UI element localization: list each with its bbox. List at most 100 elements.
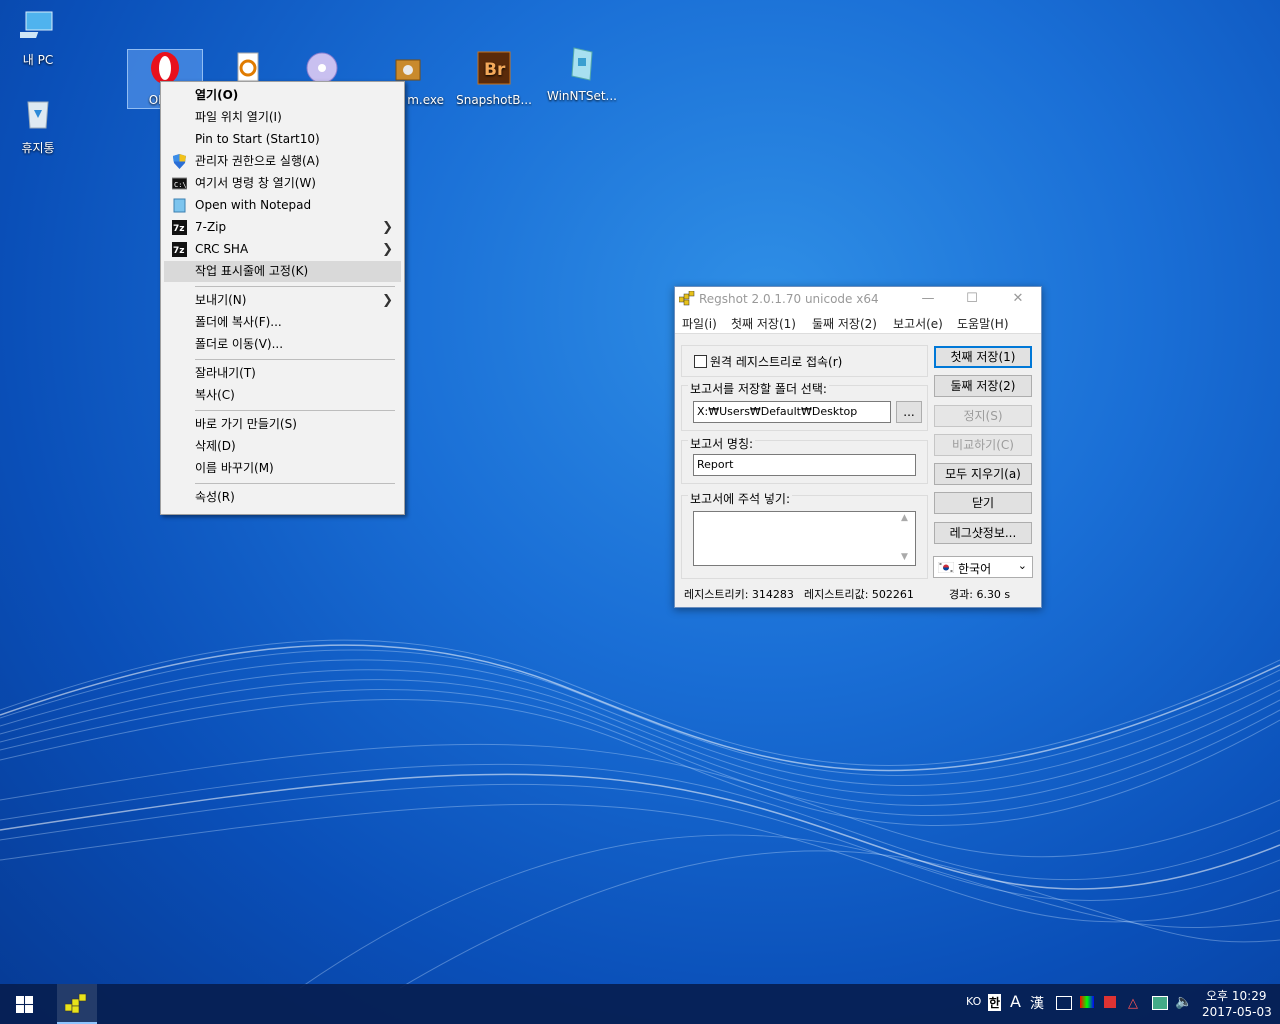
- menu-report[interactable]: 보고서(e): [893, 315, 943, 332]
- title-bar[interactable]: Regshot 2.0.1.70 unicode x64 — ☐ ✕: [675, 287, 1041, 311]
- svg-text:Br: Br: [484, 60, 506, 80]
- report-name-input[interactable]: Report: [693, 454, 916, 476]
- windows-start-icon[interactable]: [16, 996, 33, 1013]
- wallpaper-wave: [0, 639, 1280, 988]
- folder-path-input[interactable]: X:₩Users₩Default₩Desktop: [693, 401, 891, 423]
- scroll-down-icon[interactable]: ▼: [901, 552, 908, 562]
- close-window-button[interactable]: ✕: [999, 289, 1037, 309]
- stop-button[interactable]: 정지(S): [934, 405, 1032, 427]
- menu-item-copy-to-folder[interactable]: 폴더에 복사(F)...: [164, 312, 401, 333]
- remote-registry-checkbox[interactable]: [694, 355, 707, 368]
- ime-full-width[interactable]: A: [1010, 992, 1021, 1011]
- about-button[interactable]: 레그샷정보...: [934, 522, 1032, 544]
- menu-item-send-to[interactable]: 보내기(N) ❯: [164, 290, 401, 311]
- menu-item-open-location[interactable]: 파일 위치 열기(I): [164, 107, 401, 128]
- context-menu: 열기(O) 파일 위치 열기(I) Pin to Start (Start10)…: [160, 81, 405, 515]
- ime-hanja[interactable]: 漢: [1030, 993, 1044, 1013]
- menu-item-open-notepad[interactable]: Open with Notepad: [164, 195, 401, 216]
- menu-item-rename[interactable]: 이름 바꾸기(M): [164, 458, 401, 479]
- shield-icon: [173, 154, 186, 169]
- menu-first-shot[interactable]: 첫째 저장(1): [731, 315, 796, 332]
- remote-registry-label: 원격 레지스트리로 접속(r): [710, 355, 843, 369]
- chevron-down-icon: ⌄: [1017, 559, 1027, 572]
- menu-separator: [195, 410, 395, 411]
- menu-help[interactable]: 도움말(H): [957, 315, 1009, 332]
- folder-label: 보고서를 저장할 폴더 선택:: [688, 380, 829, 397]
- desktop-icon-label: 내 PC: [22, 53, 54, 67]
- menu-item-copy[interactable]: 복사(C): [164, 385, 401, 406]
- regshot-window: Regshot 2.0.1.70 unicode x64 — ☐ ✕ 파일(i)…: [674, 286, 1042, 608]
- menu-item-open[interactable]: 열기(O): [164, 85, 401, 106]
- browse-button[interactable]: ...: [896, 401, 922, 423]
- svg-text:C:\: C:\: [174, 181, 187, 189]
- menu-separator: [195, 359, 395, 360]
- korea-flag-icon: [938, 562, 954, 573]
- comment-group: 보고서에 주석 넣기: ▲ ▼: [681, 490, 928, 579]
- clock-date[interactable]: 2017-05-03: [1202, 1005, 1272, 1019]
- scroll-up-icon[interactable]: ▲: [901, 513, 908, 523]
- tray-monitor-icon[interactable]: [1152, 996, 1168, 1010]
- svg-text:7z: 7z: [173, 224, 185, 234]
- taskbar-app-regshot[interactable]: [57, 984, 97, 1024]
- window-title: Regshot 2.0.1.70 unicode x64: [699, 292, 879, 306]
- cmd-icon: C:\: [172, 177, 187, 190]
- elapsed-time: 경과: 6.30 s: [949, 588, 1011, 601]
- desktop-icon-snapshot[interactable]: Br SnapshotB...: [456, 50, 532, 107]
- regshot-app-icon: [65, 993, 87, 1014]
- chevron-right-icon: ❯: [382, 293, 393, 308]
- desktop-icon-recycle-bin[interactable]: 휴지통: [0, 96, 76, 156]
- computer-icon: [12, 11, 53, 38]
- 7zip-icon: 7z: [172, 242, 187, 257]
- minimize-button[interactable]: —: [909, 289, 947, 309]
- volume-icon[interactable]: 🔈: [1175, 994, 1192, 1010]
- menu-second-shot[interactable]: 둘째 저장(2): [812, 315, 877, 332]
- menu-item-create-shortcut[interactable]: 바로 가기 만들기(S): [164, 414, 401, 435]
- tray-graph-icon[interactable]: △: [1128, 996, 1138, 1011]
- report-name-label: 보고서 명칭:: [688, 435, 756, 452]
- maximize-button[interactable]: ☐: [953, 289, 991, 309]
- bridge-icon: Br: [477, 51, 511, 85]
- setup-icon: [571, 47, 593, 81]
- regshot-app-icon: [679, 291, 695, 306]
- network-icon[interactable]: [1056, 996, 1072, 1010]
- desktop-icon-winntsetup[interactable]: WinNTSet...: [544, 46, 620, 103]
- menu-item-cut[interactable]: 잘라내기(T): [164, 363, 401, 384]
- remote-group: 원격 레지스트리로 접속(r): [681, 345, 928, 377]
- desktop-icon-label: SnapshotB...: [456, 93, 532, 107]
- first-shot-button[interactable]: 첫째 저장(1): [934, 346, 1032, 368]
- menu-item-properties[interactable]: 속성(R): [164, 487, 401, 508]
- second-shot-button[interactable]: 둘째 저장(2): [934, 375, 1032, 397]
- color-tool-icon[interactable]: [1080, 996, 1094, 1008]
- menu-item-delete[interactable]: 삭제(D): [164, 436, 401, 457]
- ime-hangul-mode[interactable]: 한: [988, 994, 1002, 1011]
- menu-item-crc-sha[interactable]: 7z CRC SHA ❯: [164, 239, 401, 260]
- ime-language[interactable]: KO: [966, 995, 981, 1008]
- chevron-right-icon: ❯: [382, 220, 393, 235]
- menu-separator: [195, 286, 395, 287]
- menu-file[interactable]: 파일(i): [682, 315, 717, 332]
- menu-item-7zip[interactable]: 7z 7-Zip ❯: [164, 217, 401, 238]
- comment-textarea[interactable]: [693, 511, 916, 566]
- clock-time[interactable]: 오후 10:29: [1206, 987, 1266, 1004]
- registry-values-count: 레지스트리값: 502261: [804, 588, 914, 601]
- notepad-icon: [173, 198, 186, 213]
- menu-item-pin-start[interactable]: Pin to Start (Start10): [164, 129, 401, 150]
- tray-tool-icon[interactable]: [1104, 996, 1116, 1008]
- menu-item-pin-taskbar[interactable]: 작업 표시줄에 고정(K): [164, 261, 401, 282]
- compare-button[interactable]: 비교하기(C): [934, 434, 1032, 456]
- menu-item-move-to-folder[interactable]: 폴더로 이동(V)...: [164, 334, 401, 355]
- 7zip-icon: 7z: [172, 220, 187, 235]
- desktop-icon-my-pc[interactable]: 내 PC: [0, 8, 76, 68]
- menu-bar: 파일(i) 첫째 저장(1) 둘째 저장(2) 보고서(e) 도움말(H): [675, 311, 1041, 334]
- registry-keys-count: 레지스트리키: 314283: [684, 588, 794, 601]
- menu-item-open-cmd[interactable]: C:\ 여기서 명령 창 열기(W): [164, 173, 401, 194]
- menu-item-run-as-admin[interactable]: 관리자 권한으로 실행(A): [164, 151, 401, 172]
- svg-text:7z: 7z: [173, 246, 185, 256]
- report-name-group: 보고서 명칭: Report: [681, 435, 928, 484]
- clear-all-button[interactable]: 모두 지우기(a): [934, 463, 1032, 485]
- language-select[interactable]: 한국어 ⌄: [933, 556, 1033, 578]
- close-button[interactable]: 닫기: [934, 492, 1032, 514]
- desktop-icon-label: 휴지통: [21, 141, 55, 155]
- folder-group: 보고서를 저장할 폴더 선택: X:₩Users₩Default₩Desktop…: [681, 380, 928, 431]
- language-value: 한국어: [958, 562, 992, 576]
